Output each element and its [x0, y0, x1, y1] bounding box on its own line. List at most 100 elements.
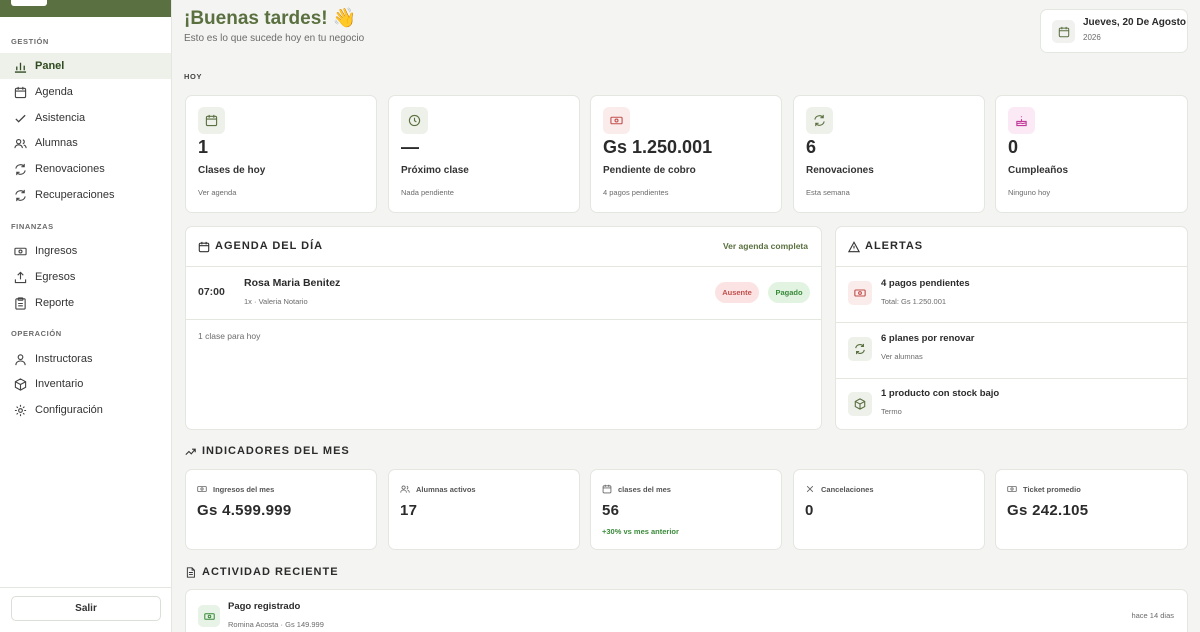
- stat-sub: Esta semana: [806, 188, 850, 197]
- warning-icon: [848, 241, 860, 253]
- sidebar: GESTIÓN Panel Agenda Asistencia Alumnas …: [0, 0, 172, 632]
- activity-item[interactable]: Pago registrado Romina Acosta · Gs 149.9…: [186, 590, 1187, 632]
- sidebar-item-alumnas[interactable]: Alumnas: [0, 130, 171, 156]
- agenda-footer: 1 clase para hoy: [198, 331, 261, 341]
- calendar-icon: [1052, 20, 1075, 43]
- alert-title: 4 pagos pendientes: [881, 278, 970, 289]
- stat-value: 1: [198, 137, 209, 157]
- check-icon: [13, 111, 27, 125]
- indicator-label: Ingresos del mes: [213, 484, 275, 494]
- activity-title: ACTIVIDAD RECIENTE: [185, 566, 339, 578]
- stat-value: 0: [1008, 137, 1019, 157]
- sidebar-item-label: Egresos: [35, 271, 76, 283]
- agenda-detail: 1x · Valeria Notario: [244, 297, 308, 306]
- section-title-finanzas: FINANZAS: [11, 222, 54, 231]
- banknote-icon: [197, 486, 207, 492]
- cake-icon: [1008, 107, 1035, 134]
- stat-sub: Ninguno hoy: [1008, 188, 1051, 197]
- banknote-icon: [848, 281, 872, 305]
- sidebar-item-renovaciones[interactable]: Renovaciones: [0, 156, 171, 182]
- sidebar-item-reporte[interactable]: Reporte: [0, 290, 171, 316]
- stat-card-pendiente[interactable]: Gs 1.250.001 Pendiente de cobro 4 pagos …: [590, 95, 782, 213]
- stat-card-clases[interactable]: 1 Clases de hoy Ver agenda: [185, 95, 377, 213]
- calendar-icon: [602, 484, 612, 494]
- sidebar-item-inventario[interactable]: Inventario: [0, 371, 171, 397]
- attendance-badge[interactable]: Ausente: [715, 282, 759, 303]
- sidebar-item-label: Ingresos: [35, 245, 78, 257]
- indicator-card[interactable]: Cancelaciones 0: [793, 469, 985, 550]
- sidebar-item-agenda[interactable]: Agenda: [0, 79, 171, 105]
- activity-time: hace 14 dias: [1131, 611, 1174, 620]
- divider: [0, 587, 171, 588]
- alert-item[interactable]: 6 planes por renovar Ver alumnas: [836, 323, 1187, 379]
- banknote-icon: [603, 107, 630, 134]
- logo[interactable]: [11, 0, 47, 6]
- alert-item[interactable]: 1 producto con stock bajo Termo: [836, 379, 1187, 429]
- sidebar-item-label: Recuperaciones: [35, 189, 115, 201]
- agenda-view-all-link[interactable]: Ver agenda completa: [723, 241, 808, 251]
- sidebar-item-panel[interactable]: Panel: [0, 53, 171, 79]
- indicator-value: 0: [805, 502, 814, 519]
- alert-item[interactable]: 4 pagos pendientes Total: Gs 1.250.001: [836, 267, 1187, 323]
- banknote-icon: [198, 605, 220, 627]
- indicator-label: Ticket promedio: [1023, 484, 1081, 494]
- upload-icon: [13, 270, 27, 284]
- logout-button[interactable]: Salir: [11, 596, 161, 621]
- stat-label: Clases de hoy: [198, 165, 266, 176]
- stat-value: —: [401, 137, 419, 157]
- section-title-operacion: OPERACIÓN: [11, 329, 62, 338]
- agenda-row[interactable]: 07:00 Rosa Maria Benitez 1x · Valeria No…: [186, 267, 821, 320]
- indicator-value: Gs 4.599.999: [197, 502, 292, 519]
- logo-bar: [0, 0, 171, 17]
- indicator-label: Cancelaciones: [821, 484, 874, 494]
- sidebar-item-label: Panel: [35, 60, 65, 72]
- indicator-card[interactable]: clases del mes 56 +30% vs mes anterior: [590, 469, 782, 550]
- sidebar-item-configuracion[interactable]: Configuración: [0, 397, 171, 423]
- alerts-title: ALERTAS: [865, 240, 924, 252]
- stat-sub: Ver agenda: [198, 188, 237, 197]
- stat-label: Renovaciones: [806, 165, 874, 176]
- clock-icon: [401, 107, 428, 134]
- banknote-icon: [13, 244, 27, 258]
- calendar-icon: [13, 85, 27, 99]
- payment-badge[interactable]: Pagado: [768, 282, 810, 303]
- sidebar-item-ingresos[interactable]: Ingresos: [0, 238, 171, 264]
- document-icon: [186, 566, 195, 578]
- stat-label: Cumpleaños: [1008, 165, 1069, 176]
- stat-card-renovaciones[interactable]: 6 Renovaciones Esta semana: [793, 95, 985, 213]
- agenda-header: AGENDA DEL DÍA Ver agenda completa: [186, 227, 821, 267]
- stat-card-proximo[interactable]: — Próximo clase Nada pendiente: [388, 95, 580, 213]
- trending-up-icon: [185, 448, 196, 455]
- indicator-note: +30% vs mes anterior: [602, 527, 679, 536]
- today-label: HOY: [184, 72, 203, 81]
- stat-card-cumpleanos[interactable]: 0 Cumpleaños Ninguno hoy: [995, 95, 1188, 213]
- indicator-value: 56: [602, 502, 620, 519]
- indicators-title-label: INDICADORES DEL MES: [202, 445, 350, 457]
- section-title-gestion: GESTIÓN: [11, 37, 49, 46]
- date-main: Jueves, 20 De Agosto: [1083, 17, 1187, 28]
- indicator-label: Alumnas activos: [416, 484, 476, 494]
- indicator-card[interactable]: Ticket promedio Gs 242.105: [995, 469, 1188, 550]
- indicator-card[interactable]: Ingresos del mes Gs 4.599.999: [185, 469, 377, 550]
- indicator-head: Cancelaciones: [805, 484, 874, 494]
- sidebar-item-label: Alumnas: [35, 137, 78, 149]
- sidebar-item-label: Configuración: [35, 404, 103, 416]
- alert-sub: Termo: [881, 407, 902, 416]
- refresh-icon: [13, 188, 27, 202]
- indicator-value: 17: [400, 502, 418, 519]
- indicator-card[interactable]: Alumnas activos 17: [388, 469, 580, 550]
- alert-title: 1 producto con stock bajo: [881, 388, 1000, 399]
- indicator-head: Ticket promedio: [1007, 484, 1081, 494]
- box-icon: [848, 392, 872, 416]
- activity-sub: Romina Acosta · Gs 149.999: [228, 620, 324, 629]
- sidebar-item-recuperaciones[interactable]: Recuperaciones: [0, 182, 171, 208]
- indicator-head: Alumnas activos: [400, 484, 476, 494]
- bar-chart-icon: [13, 59, 27, 73]
- stat-value: Gs 1.250.001: [603, 137, 713, 157]
- sidebar-item-instructoras[interactable]: Instructoras: [0, 346, 171, 372]
- stat-sub: Nada pendiente: [401, 188, 454, 197]
- sidebar-item-egresos[interactable]: Egresos: [0, 264, 171, 290]
- date-card: Jueves, 20 De Agosto 2026: [1040, 9, 1188, 53]
- indicator-value: Gs 242.105: [1007, 502, 1089, 519]
- sidebar-item-asistencia[interactable]: Asistencia: [0, 105, 171, 131]
